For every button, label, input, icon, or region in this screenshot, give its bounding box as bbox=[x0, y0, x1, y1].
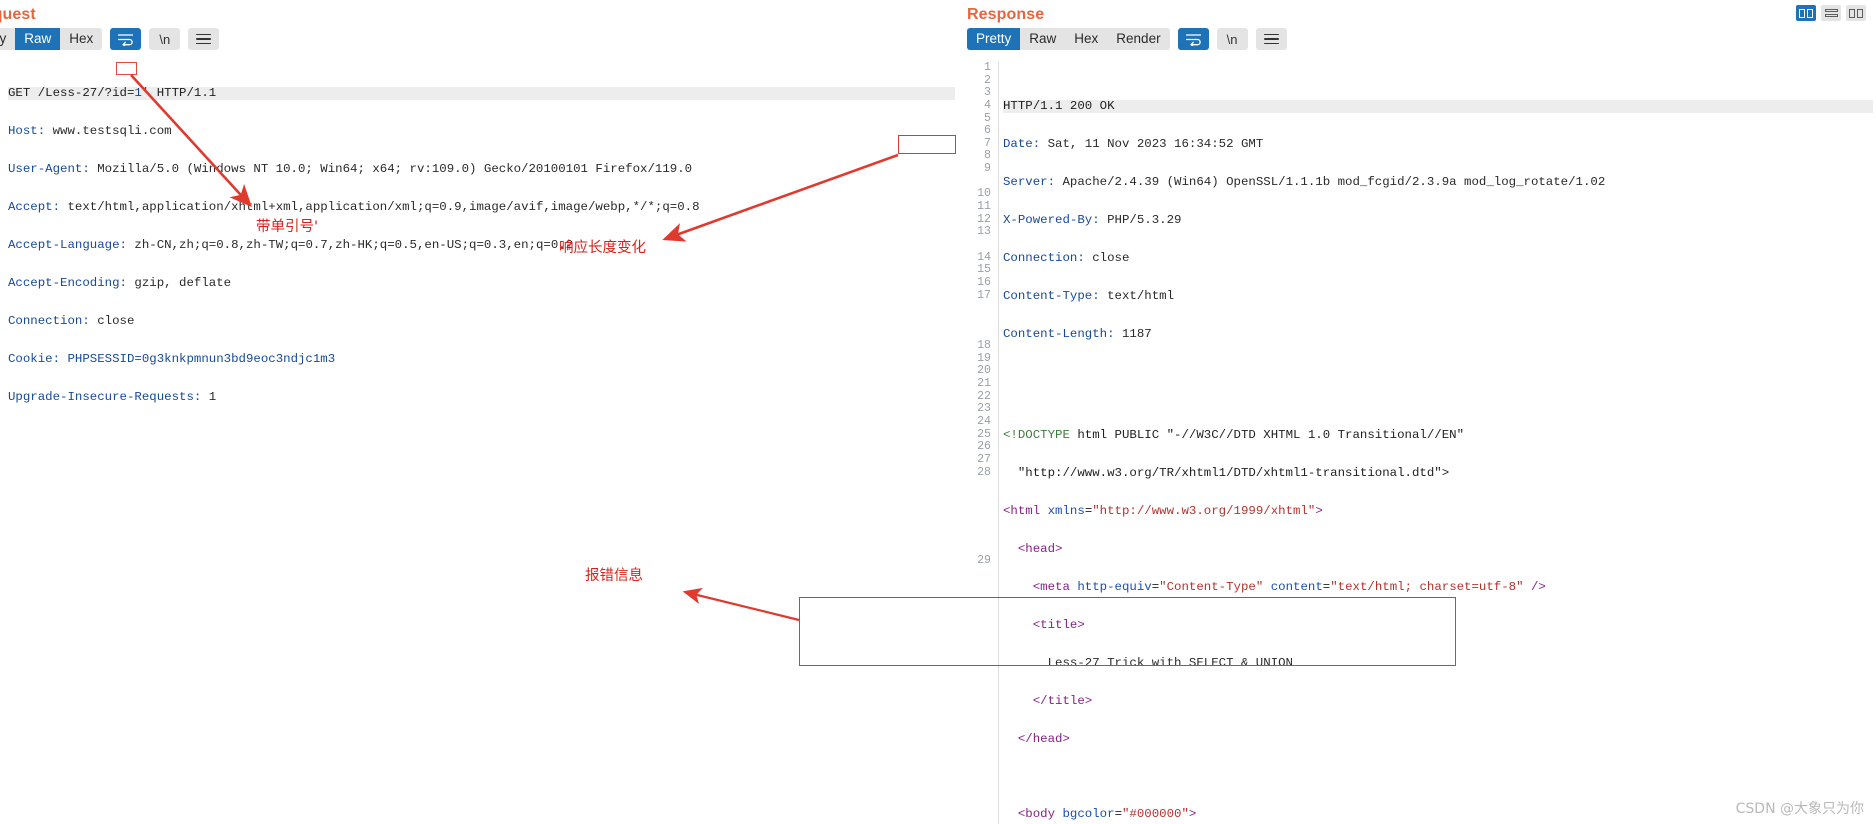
tabbed-view-icon[interactable] bbox=[1846, 5, 1866, 21]
annotation-response-length: 响应长度变化 bbox=[559, 240, 646, 256]
arrow-to-response-length-note bbox=[662, 153, 899, 242]
annotation-single-quote: 带单引号' bbox=[256, 219, 318, 235]
split-horizontal-view-icon[interactable] bbox=[1821, 5, 1841, 21]
annotation-error-info: 报错信息 bbox=[585, 568, 643, 584]
burp-repeater-window: Request Pretty Raw Hex \n GET /Less-27/?… bbox=[0, 0, 1876, 824]
split-vertical-view-icon[interactable] bbox=[1796, 5, 1816, 21]
layout-view-buttons[interactable] bbox=[1796, 5, 1866, 21]
arrow-to-error-info-note bbox=[682, 587, 800, 622]
arrow-to-single-quote-note bbox=[130, 74, 252, 208]
annotation-arrows bbox=[130, 74, 899, 622]
watermark-text: CSDN @大象只为你 bbox=[1735, 801, 1864, 817]
